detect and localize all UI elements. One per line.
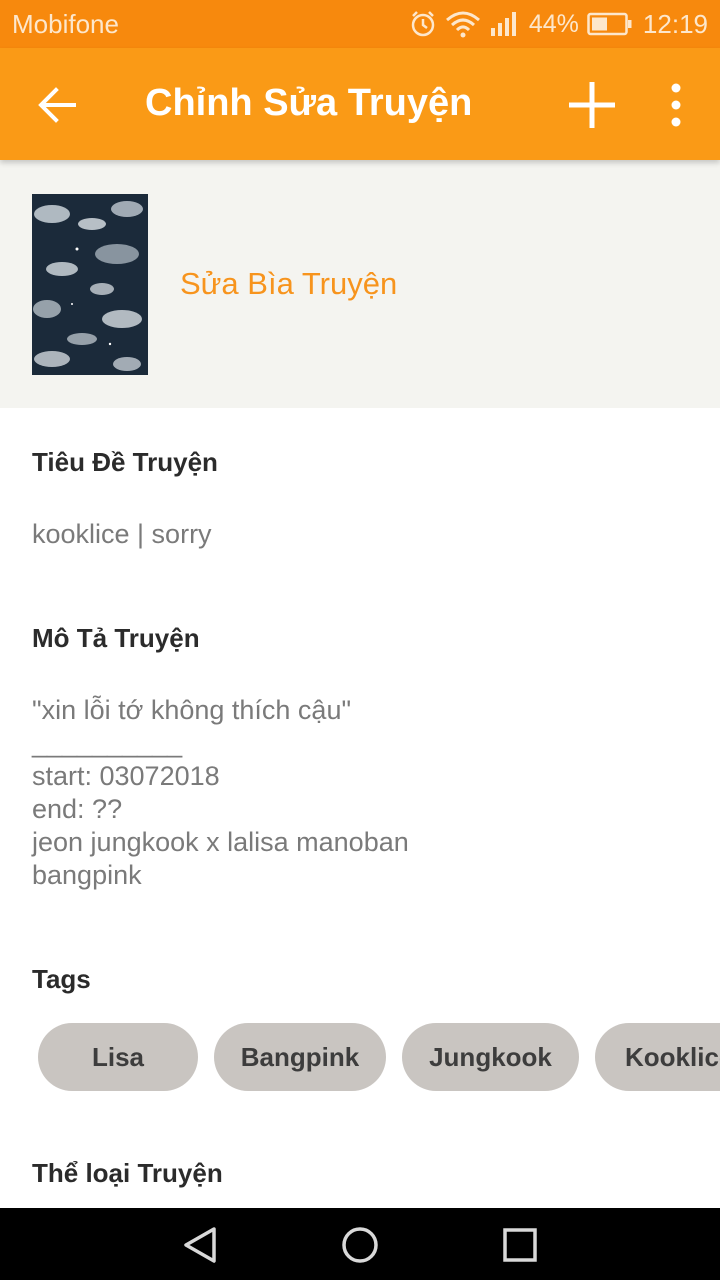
- story-title-label: Tiêu Đề Truyện: [32, 447, 218, 477]
- tag-chip[interactable]: Jungkook: [402, 1023, 579, 1091]
- wifi-icon: [445, 11, 480, 38]
- tag-chip[interactable]: Lisa: [38, 1023, 198, 1091]
- clock: 12:19: [642, 8, 708, 39]
- tags-label: Tags: [32, 964, 91, 994]
- tags-row: Lisa Bangpink Jungkook Kooklice: [38, 1023, 720, 1091]
- category-label: Thể loại Truyện: [32, 1158, 223, 1188]
- page-title: Chỉnh Sửa Truyện: [145, 82, 473, 124]
- tag-chip[interactable]: Kooklice: [595, 1023, 720, 1091]
- status-icons: 44% 12:19: [401, 6, 708, 42]
- tag-chip[interactable]: Bangpink: [214, 1023, 386, 1091]
- description-line: bangpink: [32, 860, 142, 890]
- battery-icon: [587, 12, 632, 36]
- carrier-name: Mobifone: [12, 9, 119, 39]
- plus-icon[interactable]: [566, 79, 618, 131]
- description-line: jeon jungkook x lalisa manoban: [32, 827, 409, 857]
- alarm-icon: [411, 11, 435, 37]
- status-bar: Mobifone 44% 12:19: [0, 0, 720, 48]
- story-description-field[interactable]: "xin lỗi tớ không thích cậu" __________ …: [32, 694, 409, 892]
- signal-icon: [490, 12, 516, 36]
- story-title-field[interactable]: kooklice | sorry: [32, 518, 212, 551]
- description-line: start: 03072018: [32, 761, 220, 791]
- app-bar: Chỉnh Sửa Truyện: [0, 48, 720, 160]
- more-vert-icon[interactable]: [660, 82, 692, 128]
- nav-home-icon[interactable]: [341, 1226, 379, 1264]
- edit-cover-link[interactable]: Sửa Bìa Truyện: [180, 266, 397, 302]
- description-line: "xin lỗi tớ không thích cậu": [32, 695, 352, 725]
- description-line: __________: [32, 728, 183, 758]
- cover-image[interactable]: [32, 194, 148, 375]
- battery-percent: 44%: [528, 9, 579, 38]
- nav-recents-icon[interactable]: [503, 1228, 537, 1262]
- back-arrow-icon[interactable]: [34, 82, 80, 128]
- cover-section: Sửa Bìa Truyện: [0, 160, 720, 408]
- navigation-bar: [0, 1208, 720, 1280]
- description-line: end: ??: [32, 794, 123, 824]
- nav-back-icon[interactable]: [182, 1226, 218, 1264]
- story-description-label: Mô Tả Truyện: [32, 623, 200, 653]
